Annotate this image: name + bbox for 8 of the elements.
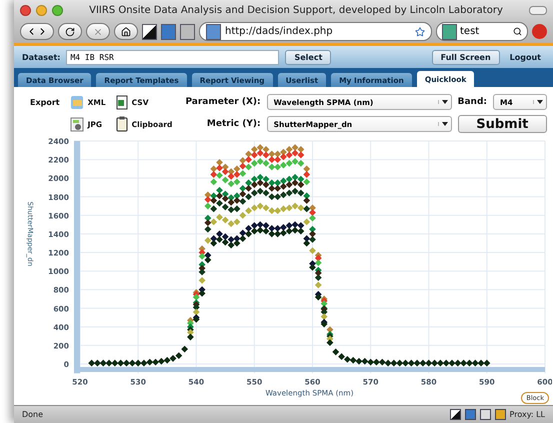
- export-label: Export: [30, 98, 60, 107]
- proxy-text: Proxy: LL: [510, 410, 545, 419]
- status-text: Done: [22, 410, 44, 419]
- dataset-label: Dataset:: [22, 52, 60, 62]
- window-title: VIIRS Onsite Data Analysis and Decision Support, developed by Lincoln Laboratory: [88, 4, 504, 16]
- metric-label: Metric (Y):: [206, 119, 261, 129]
- parameter-label: Parameter (X):: [185, 97, 261, 107]
- band-label: Band:: [458, 97, 487, 107]
